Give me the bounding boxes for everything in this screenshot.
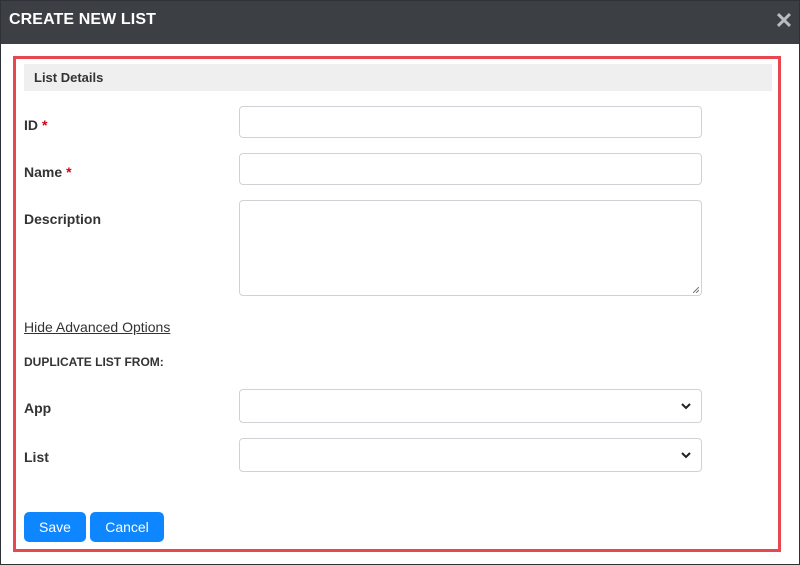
- chevron-down-icon: [681, 403, 691, 410]
- required-marker: *: [42, 117, 48, 133]
- hide-advanced-options-link[interactable]: Hide Advanced Options: [24, 319, 170, 335]
- name-label: Name *: [24, 164, 72, 180]
- save-button[interactable]: Save: [24, 512, 86, 542]
- list-label: List: [24, 449, 49, 465]
- dialog-titlebar: CREATE NEW LIST ✕: [1, 1, 799, 44]
- app-label: App: [24, 400, 52, 416]
- duplicate-heading: DUPLICATE LIST FROM:: [24, 355, 164, 369]
- section-title: List Details: [34, 70, 104, 85]
- chevron-down-icon: [681, 452, 691, 459]
- resize-handle-icon[interactable]: [693, 287, 699, 293]
- required-marker: *: [66, 164, 72, 180]
- create-list-dialog: CREATE NEW LIST ✕ List Details ID * Name *…: [0, 0, 800, 565]
- cancel-button[interactable]: Cancel: [90, 512, 164, 542]
- description-textarea[interactable]: [239, 200, 702, 296]
- id-label: ID *: [24, 117, 48, 133]
- dialog-title: CREATE NEW LIST: [9, 11, 156, 28]
- app-select[interactable]: [239, 389, 702, 423]
- list-select[interactable]: [239, 438, 702, 472]
- description-label: Description: [24, 211, 102, 227]
- close-icon[interactable]: ✕: [773, 10, 795, 32]
- section-header: List Details: [24, 64, 772, 91]
- name-input[interactable]: [239, 153, 702, 185]
- id-input[interactable]: [239, 106, 702, 138]
